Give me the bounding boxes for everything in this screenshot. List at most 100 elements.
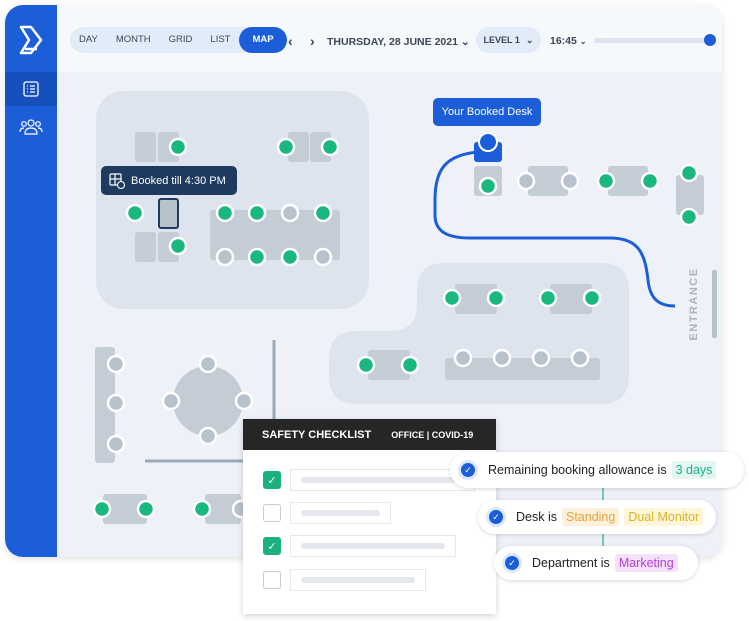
- seat-occupied[interactable]: [198, 354, 218, 374]
- logo-icon: [19, 25, 43, 55]
- selected-desk[interactable]: [158, 198, 179, 229]
- seat-available[interactable]: [320, 137, 340, 157]
- seat-available[interactable]: [679, 163, 699, 183]
- rule-desk-type: ✓ Desk is Standing Dual Monitor: [478, 500, 716, 534]
- tooltip-text: Your Booked Desk: [441, 106, 533, 118]
- seat-available[interactable]: [247, 247, 267, 267]
- next-date-button[interactable]: ›: [310, 33, 315, 49]
- seat-available[interactable]: [640, 171, 660, 191]
- sidebar-item-list[interactable]: [5, 72, 57, 106]
- prev-date-button[interactable]: ‹: [288, 33, 293, 49]
- seat-available[interactable]: [486, 288, 506, 308]
- seat-occupied[interactable]: [560, 171, 580, 191]
- time-select[interactable]: 16:45 ⌄: [550, 35, 586, 47]
- tag-dual-monitor: Dual Monitor: [624, 508, 704, 526]
- view-switcher: DAY MONTH GRID LIST MAP: [70, 27, 287, 53]
- checkbox[interactable]: [263, 571, 281, 589]
- list-icon: [23, 81, 39, 97]
- seat-occupied[interactable]: [215, 247, 235, 267]
- seat-available[interactable]: [596, 171, 616, 191]
- tag-marketing: Marketing: [614, 554, 678, 572]
- date-picker[interactable]: THURSDAY, 28 JUNE 2021 ⌄: [327, 36, 470, 48]
- seat-available[interactable]: [679, 207, 699, 227]
- seat-available[interactable]: [400, 355, 420, 375]
- safety-checklist-panel: SAFETY CHECKLIST OFFICE | COVID-19 ✓ ✓: [243, 419, 496, 614]
- check-circle-icon: ✓: [458, 460, 478, 480]
- sidebar-item-people[interactable]: [5, 110, 57, 144]
- seat-occupied[interactable]: [106, 354, 126, 374]
- seat-available[interactable]: [168, 137, 188, 157]
- time-label: 16:45: [550, 35, 577, 47]
- entrance-label: ENTRANCE: [688, 267, 700, 340]
- seat-available[interactable]: [192, 499, 212, 519]
- tag-standing: Standing: [561, 508, 620, 526]
- checkbox[interactable]: ✓: [263, 537, 281, 555]
- chevron-down-icon: ⌄: [579, 37, 587, 46]
- seat-available[interactable]: [478, 176, 498, 196]
- seat-available[interactable]: [356, 355, 376, 375]
- seat-occupied[interactable]: [492, 348, 512, 368]
- seat-available[interactable]: [280, 247, 300, 267]
- seat-available[interactable]: [313, 203, 333, 223]
- entrance-door: [712, 270, 717, 338]
- booked-tooltip: Booked till 4:30 PM: [101, 166, 237, 195]
- seat-occupied[interactable]: [313, 247, 333, 267]
- seat-occupied[interactable]: [453, 348, 473, 368]
- checklist-field[interactable]: [290, 569, 426, 591]
- time-slider[interactable]: [594, 34, 716, 46]
- tab-map[interactable]: MAP: [239, 27, 287, 53]
- seat-occupied[interactable]: [570, 348, 590, 368]
- seat-occupied[interactable]: [234, 391, 254, 411]
- seat-occupied[interactable]: [106, 434, 126, 454]
- chevron-down-icon: ⌄: [460, 36, 470, 48]
- level-select[interactable]: LEVEL 1 ⌄: [476, 27, 541, 53]
- checkbox[interactable]: ✓: [263, 471, 281, 489]
- toolbar: DAY MONTH GRID LIST MAP ‹ › THURSDAY, 28…: [57, 5, 722, 72]
- seat-occupied[interactable]: [161, 391, 181, 411]
- seat-available[interactable]: [247, 203, 267, 223]
- seat-available[interactable]: [125, 203, 145, 223]
- seat-available[interactable]: [215, 203, 235, 223]
- checklist-field[interactable]: [290, 502, 391, 524]
- seat-occupied[interactable]: [280, 203, 300, 223]
- tab-grid[interactable]: GRID: [160, 27, 202, 53]
- seat-available[interactable]: [276, 137, 296, 157]
- check-circle-icon: ✓: [486, 507, 506, 527]
- date-label: THURSDAY, 28 JUNE 2021: [327, 36, 458, 48]
- slider-handle[interactable]: [703, 34, 716, 46]
- seat-available[interactable]: [136, 499, 156, 519]
- seat-occupied[interactable]: [516, 171, 536, 191]
- seat-available[interactable]: [582, 288, 602, 308]
- your-desk-tooltip: Your Booked Desk: [433, 98, 541, 126]
- rule-booking-allowance: ✓ Remaining booking allowance is 3 days: [450, 452, 744, 488]
- level-label: LEVEL 1: [483, 35, 520, 45]
- seat-available[interactable]: [168, 236, 188, 256]
- checklist-subtitle: OFFICE | COVID-19: [391, 429, 474, 440]
- chevron-down-icon: ⌄: [525, 34, 534, 45]
- checklist-field[interactable]: [290, 535, 456, 557]
- seat-available[interactable]: [538, 288, 558, 308]
- rule-text: Remaining booking allowance is: [488, 463, 667, 477]
- checkbox[interactable]: [263, 504, 281, 522]
- tab-list[interactable]: LIST: [201, 27, 239, 53]
- tooltip-text: Booked till 4:30 PM: [131, 174, 226, 187]
- seat-available[interactable]: [442, 288, 462, 308]
- people-icon: [19, 119, 43, 135]
- tab-day[interactable]: DAY: [70, 27, 107, 53]
- seat-occupied[interactable]: [106, 393, 126, 413]
- checklist-title: SAFETY CHECKLIST: [262, 428, 372, 441]
- rule-text: Desk is: [516, 510, 557, 524]
- your-seat[interactable]: [478, 132, 498, 152]
- rule-department: ✓ Department is Marketing: [494, 546, 698, 580]
- seat-occupied[interactable]: [531, 348, 551, 368]
- rule-text: Department is: [532, 556, 610, 570]
- tab-month[interactable]: MONTH: [107, 27, 160, 53]
- seat-occupied[interactable]: [198, 426, 218, 446]
- room-1: [96, 91, 369, 309]
- seat-available[interactable]: [92, 499, 112, 519]
- tag-days: 3 days: [671, 461, 717, 479]
- round-table: [173, 366, 243, 436]
- checklist-field[interactable]: [290, 469, 475, 491]
- desk-booked-icon: [109, 172, 125, 189]
- sidebar: [5, 5, 57, 557]
